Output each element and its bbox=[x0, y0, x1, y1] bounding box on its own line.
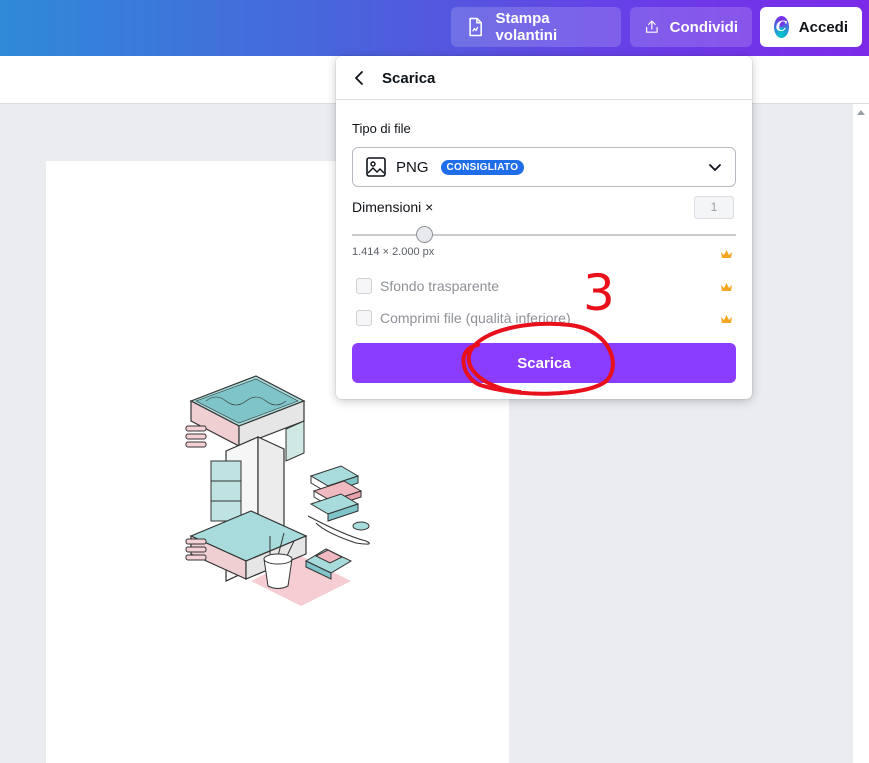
image-icon bbox=[366, 157, 386, 177]
canva-logo-icon: C bbox=[774, 16, 789, 38]
dimensions-input[interactable]: 1 bbox=[694, 196, 734, 219]
back-arrow-icon[interactable] bbox=[350, 68, 370, 88]
transparent-background-label: Sfondo trasparente bbox=[380, 278, 500, 294]
print-file-icon bbox=[469, 17, 482, 37]
transparent-background-option[interactable]: Sfondo trasparente bbox=[356, 278, 499, 294]
compress-file-label: Comprimi file (qualità inferiore) bbox=[380, 310, 571, 326]
recommended-badge: CONSIGLIATO bbox=[440, 159, 525, 175]
file-type-value: PNG bbox=[396, 158, 429, 176]
share-label: Condividi bbox=[669, 18, 738, 36]
download-button[interactable]: Scarica bbox=[352, 343, 736, 383]
login-label: Accedi bbox=[798, 18, 848, 36]
file-type-select[interactable]: PNG CONSIGLIATO bbox=[352, 147, 736, 187]
crown-icon bbox=[721, 250, 732, 258]
top-bar: Stampa volantini Condividi C Accedi bbox=[0, 0, 869, 56]
transparent-background-checkbox[interactable] bbox=[356, 278, 372, 294]
print-flyers-button[interactable]: Stampa volantini bbox=[451, 7, 621, 47]
crown-icon bbox=[721, 315, 732, 323]
file-type-label: Tipo di file bbox=[352, 121, 411, 136]
dimensions-readout: 1.414 × 2.000 px bbox=[352, 246, 435, 258]
compress-file-checkbox[interactable] bbox=[356, 310, 372, 326]
login-button[interactable]: C Accedi bbox=[760, 7, 862, 47]
dimensions-slider-track[interactable] bbox=[352, 234, 736, 236]
vertical-scrollbar[interactable] bbox=[853, 104, 869, 763]
share-upload-icon bbox=[646, 20, 658, 33]
crown-icon bbox=[721, 283, 732, 291]
scroll-up-arrow-icon[interactable] bbox=[857, 110, 865, 115]
step-number-annotation: 3 bbox=[583, 264, 615, 322]
compress-file-option[interactable]: Comprimi file (qualità inferiore) bbox=[356, 310, 571, 326]
dimensions-slider-thumb[interactable] bbox=[416, 226, 433, 243]
download-panel: Scarica Tipo di file PNG CONSIGLIATO Dim… bbox=[336, 56, 752, 399]
chevron-down-icon bbox=[709, 164, 721, 171]
dimensions-label: Dimensioni × bbox=[352, 199, 434, 215]
print-flyers-label: Stampa volantini bbox=[495, 10, 558, 44]
download-panel-header: Scarica bbox=[336, 56, 752, 100]
share-button[interactable]: Condividi bbox=[630, 7, 752, 47]
download-panel-title: Scarica bbox=[382, 70, 436, 87]
